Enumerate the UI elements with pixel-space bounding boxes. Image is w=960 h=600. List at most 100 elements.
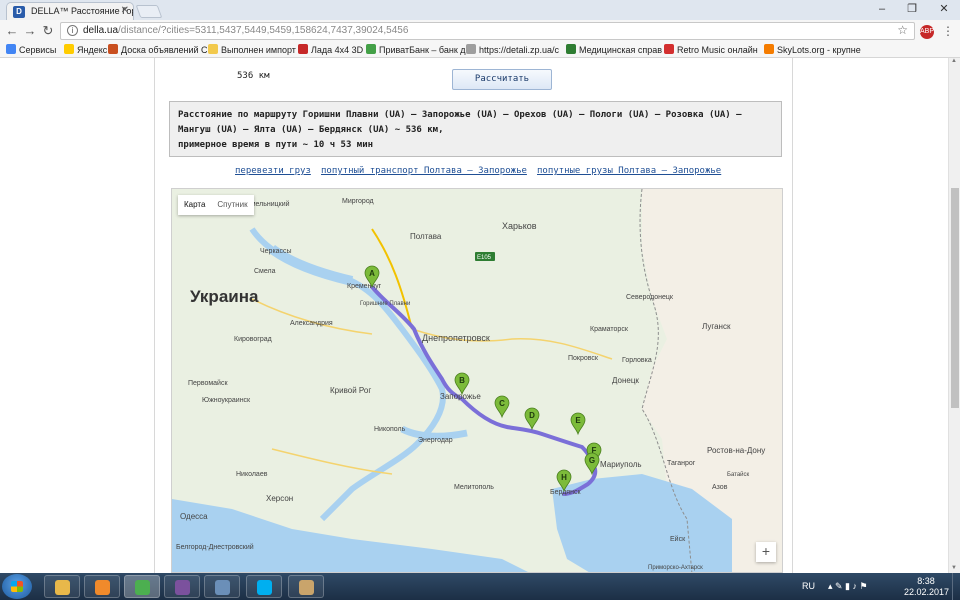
- link-passing-transport[interactable]: попутный транспорт Полтава — Запорожье: [321, 166, 527, 176]
- map-label: Запорожье: [440, 392, 481, 401]
- map-label: Кременчуг: [347, 283, 382, 290]
- route-map[interactable]: ХарьковПереяслав-ХмельницкийМиргородПолт…: [171, 188, 783, 573]
- map-label: Никополь: [374, 426, 406, 433]
- bookmark-item[interactable]: ПриватБанк – банк д: [366, 43, 466, 57]
- della-favicon-icon: D: [13, 6, 25, 18]
- show-desktop-button[interactable]: [952, 573, 960, 600]
- minimize-button[interactable]: –: [868, 0, 896, 18]
- close-window-button[interactable]: ✕: [930, 0, 958, 18]
- bookmark-label: Выполнен импорт: [221, 45, 296, 55]
- language-indicator[interactable]: RU: [802, 573, 815, 600]
- bookmark-star-icon[interactable]: ☆: [897, 23, 908, 37]
- bookmark-item[interactable]: Лада 4х4 3D: [298, 43, 363, 57]
- map-canvas[interactable]: ХарьковПереяслав-ХмельницкийМиргородПолт…: [172, 189, 783, 573]
- taskbar-app-media-player[interactable]: [84, 575, 120, 598]
- taskbar-app-explorer[interactable]: [44, 575, 80, 598]
- taskbar-app-chrome[interactable]: [124, 575, 160, 598]
- paint-icon: [299, 580, 314, 595]
- bookmark-item[interactable]: Яндекс: [64, 43, 107, 57]
- map-label: Батайск: [727, 471, 750, 478]
- map-label: Краматорск: [590, 326, 629, 333]
- map-label: Первомайск: [188, 379, 228, 387]
- forward-button[interactable]: →: [22, 23, 38, 39]
- route-line-3: примерное время в пути ~ 10 ч 53 мин: [178, 140, 374, 150]
- bookmark-item[interactable]: Доска объявлений С: [108, 43, 208, 57]
- tab-title: DELLA™ Расстояние Гор: [31, 6, 134, 16]
- bookmark-item[interactable]: Retro Music онлайн: [664, 43, 758, 57]
- clock-date: 22.02.2017: [904, 587, 950, 597]
- site-info-icon[interactable]: i: [67, 25, 78, 36]
- scroll-down-icon[interactable]: ▼: [951, 565, 957, 571]
- route-line-1: Расстояние по маршруту Горишни Плавни (U…: [178, 110, 742, 120]
- route-summary: Расстояние по маршруту Горишни Плавни (U…: [169, 101, 782, 157]
- new-tab-button[interactable]: [135, 5, 163, 18]
- taskbar-app-calculator[interactable]: [204, 575, 240, 598]
- maximize-button[interactable]: ❐: [898, 0, 926, 18]
- map-label: Александрия: [290, 320, 333, 327]
- map-label: Полтава: [410, 232, 442, 241]
- bookmark-item[interactable]: Сервисы: [6, 43, 56, 57]
- title-bar: D DELLA™ Расстояние Гор ✕ – ❐ ✕: [0, 0, 960, 20]
- route-marker-letter: E: [575, 416, 581, 425]
- scroll-up-icon[interactable]: ▲: [951, 58, 957, 64]
- zoom-in-button[interactable]: +: [756, 542, 776, 562]
- url-path: /distance/?cities=5311,5437,5449,5459,15…: [118, 25, 409, 36]
- map-tab-satellite[interactable]: Спутник: [211, 195, 253, 215]
- media-icon: [95, 580, 110, 595]
- back-button[interactable]: ←: [4, 23, 20, 39]
- map-label: Приморско-Ахтарск: [648, 565, 703, 571]
- bookmark-label: Медицинская справ: [579, 45, 663, 55]
- map-label: Херсон: [266, 494, 293, 503]
- map-label: Горишние Плавни: [360, 301, 410, 307]
- map-type-toggle[interactable]: Карта Спутник: [178, 195, 254, 215]
- close-tab-icon[interactable]: ✕: [121, 5, 129, 16]
- tray-icons[interactable]: ▴ ✎ ▮ ♪ ⚑: [828, 573, 868, 600]
- folder-icon: [55, 580, 70, 595]
- distance-result: 536 км: [237, 71, 270, 81]
- bookmark-label: Сервисы: [19, 45, 57, 55]
- address-bar[interactable]: i della.ua/distance/?cities=5311,5437,54…: [60, 22, 915, 40]
- map-label: Южноукраинск: [202, 397, 251, 404]
- bookmark-item[interactable]: https://detali.zp.ua/c: [466, 43, 559, 57]
- map-label: Смела: [254, 268, 276, 275]
- bookmarks-bar: Сервисы Яндекс Доска объявлений С Выполнен …: [0, 42, 960, 58]
- privatbank-icon: [366, 44, 376, 54]
- map-label: Миргород: [342, 198, 374, 205]
- tab-della[interactable]: D DELLA™ Расстояние Гор ✕: [6, 2, 134, 20]
- map-label: Мариуполь: [600, 460, 642, 469]
- folder-icon: [208, 44, 218, 54]
- bookmark-label: Доска объявлений С: [121, 45, 208, 55]
- scroll-thumb[interactable]: [951, 188, 959, 408]
- map-label: Азов: [712, 484, 728, 491]
- apps-grid-icon: [6, 44, 16, 54]
- page-scrollbar[interactable]: ▲ ▼: [948, 58, 960, 573]
- map-label: Белгород-Днестровский: [176, 543, 254, 551]
- map-label: Северодонецк: [626, 294, 674, 301]
- reload-button[interactable]: ↻: [40, 23, 56, 39]
- page-viewport: 536 км Рассчитать Расстояние по маршруту…: [0, 58, 960, 573]
- calculate-button[interactable]: Рассчитать: [452, 69, 552, 90]
- map-label: Горловка: [622, 357, 652, 364]
- extension-icon[interactable]: ABP: [920, 25, 934, 39]
- bookmark-item[interactable]: Медицинская справ: [566, 43, 662, 57]
- taskbar-app-viber[interactable]: [164, 575, 200, 598]
- bookmark-label: Лада 4х4 3D: [311, 45, 364, 55]
- chrome-menu-icon[interactable]: ⋮: [942, 24, 954, 38]
- map-label: Кировоград: [234, 336, 272, 343]
- map-label: Черкассы: [260, 248, 292, 255]
- system-clock[interactable]: 8:38 22.02.2017: [904, 576, 950, 598]
- ox-icon: [108, 44, 118, 54]
- bookmark-item[interactable]: Выполнен импорт: [208, 43, 296, 57]
- bookmark-item[interactable]: SkyLots.org - крупне: [764, 43, 861, 57]
- bookmark-label: Яндекс: [77, 45, 108, 55]
- viber-icon: [175, 580, 190, 595]
- taskbar-app-skype[interactable]: [246, 575, 282, 598]
- route-marker-letter: G: [589, 456, 595, 465]
- link-transport-cargo[interactable]: перевезти груз: [235, 166, 311, 176]
- country-label: Украина: [190, 287, 259, 306]
- map-label: Николаев: [236, 471, 268, 478]
- taskbar-app-paint[interactable]: [288, 575, 324, 598]
- link-passing-cargo[interactable]: попутные грузы Полтава — Запорожье: [537, 166, 721, 176]
- map-tab-map[interactable]: Карта: [178, 195, 211, 215]
- start-button[interactable]: [2, 574, 32, 599]
